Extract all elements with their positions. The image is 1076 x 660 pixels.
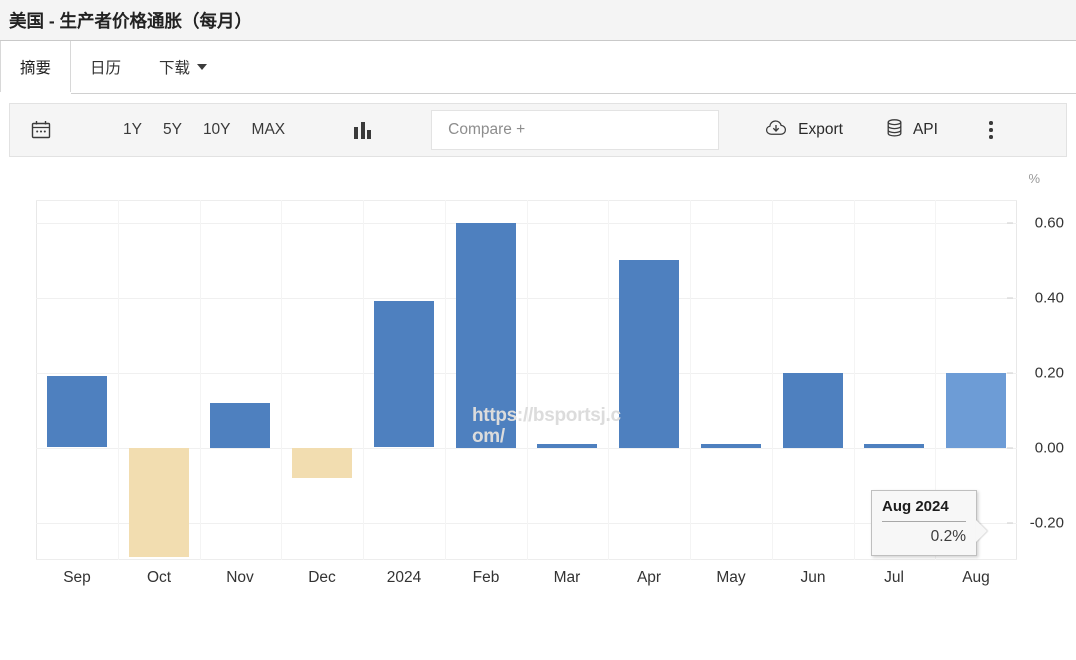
tooltip-arrow-icon [976, 520, 987, 542]
x-axis-labels: Sep Oct Nov Dec 2024 Feb Mar Apr May Jun Jul Aug [36, 569, 1017, 595]
plot-left-border [36, 200, 37, 560]
tooltip-title: Aug 2024 [882, 498, 966, 522]
y-axis-tick-label: -0.20 [1029, 514, 1064, 531]
chart-bar[interactable] [292, 448, 352, 478]
gridline-vertical [445, 200, 446, 560]
x-axis-tick-label: Sep [63, 569, 91, 586]
kebab-menu-icon[interactable] [978, 115, 1004, 145]
page-header: 美国 - 生产者价格通胀（每月） [0, 0, 1076, 41]
y-axis-tick [1007, 522, 1013, 523]
gridline-vertical [200, 200, 201, 560]
y-axis-tick-label: 0.60 [1034, 214, 1064, 231]
range-button-max[interactable]: MAX [243, 117, 295, 143]
y-axis-tick [1007, 222, 1013, 223]
y-axis-tick [1007, 372, 1013, 373]
x-axis-tick-label: Aug [962, 569, 990, 586]
gridline-vertical [608, 200, 609, 560]
chart-area: % 0.60 0.40 0.20 0.00 -0.20 Sep Oct Nov Dec 2024… [9, 157, 1067, 650]
api-button[interactable]: API [885, 117, 938, 144]
tooltip-value: 0.2% [930, 528, 966, 545]
chart-bar[interactable] [783, 373, 843, 448]
range-button-5y[interactable]: 5Y [154, 117, 191, 143]
y-axis-tick-label: 0.40 [1034, 289, 1064, 306]
x-axis-tick-label: 2024 [386, 569, 422, 586]
gridline-vertical [281, 200, 282, 560]
tab-summary-label: 摘要 [20, 60, 52, 77]
range-button-10y[interactable]: 10Y [194, 117, 240, 143]
export-label: Export [798, 121, 843, 138]
chart-bar[interactable] [701, 444, 761, 448]
tab-download[interactable]: 下载 [140, 41, 226, 93]
chart-toolbar: 1Y 5Y 10Y MAX Compare + Export API [9, 103, 1067, 157]
tab-calendar[interactable]: 日历 [71, 41, 140, 93]
calendar-icon[interactable] [24, 113, 58, 147]
x-axis-tick-label: Jun [800, 569, 826, 586]
y-axis-tick-label: 0.00 [1034, 439, 1064, 456]
y-axis-tick [1007, 447, 1013, 448]
y-axis-unit: % [1028, 171, 1040, 186]
cloud-download-icon [765, 117, 789, 144]
y-axis-tick-label: 0.20 [1034, 364, 1064, 381]
chart-bar[interactable] [946, 373, 1006, 448]
tab-calendar-label: 日历 [90, 60, 122, 77]
compare-input[interactable]: Compare + [431, 110, 720, 150]
api-label: API [912, 121, 938, 138]
gridline-vertical [772, 200, 773, 560]
database-icon [885, 117, 904, 144]
gridline-vertical [527, 200, 528, 560]
gridline-vertical [118, 200, 119, 560]
x-axis-tick-label: May [716, 569, 746, 586]
y-axis-labels: 0.60 0.40 0.20 0.00 -0.20 [1007, 200, 1067, 560]
gridline-vertical [690, 200, 691, 560]
x-axis-tick-label: Jul [884, 569, 904, 586]
chart-bar[interactable] [47, 376, 107, 447]
chart-bar[interactable] [129, 448, 189, 557]
tab-download-label: 下载 [159, 60, 191, 77]
chart-bar[interactable] [619, 260, 679, 448]
chart-tooltip: Aug 2024 0.2% [871, 490, 987, 556]
x-axis-tick-label: Nov [226, 569, 254, 586]
plot-area [36, 200, 1017, 560]
x-axis-tick-label: Dec [308, 569, 336, 586]
chart-bar[interactable] [210, 403, 270, 448]
tab-bar: 摘要 日历 下载 [0, 41, 1076, 94]
x-axis-tick-label: Feb [472, 569, 500, 586]
gridline-vertical [363, 200, 364, 560]
x-axis-tick-label: Apr [636, 569, 662, 586]
chart-footer: U.S. Bureau of Labor Statistics Value Ch… [9, 650, 1067, 660]
y-axis-tick [1007, 297, 1013, 298]
range-selector: 1Y 5Y 10Y MAX [114, 117, 294, 143]
x-axis-tick-label: Mar [553, 569, 581, 586]
chart-bar[interactable] [537, 444, 597, 448]
page-title: 美国 - 生产者价格通胀（每月） [9, 10, 253, 31]
bar-chart-icon[interactable] [354, 121, 372, 139]
tab-summary[interactable]: 摘要 [0, 41, 72, 94]
chart-bar[interactable] [374, 301, 434, 447]
gridline-vertical [854, 200, 855, 560]
chevron-down-icon [197, 64, 208, 70]
range-button-1y[interactable]: 1Y [114, 117, 151, 143]
chart-bar[interactable] [456, 223, 516, 448]
export-button[interactable]: Export [765, 117, 843, 144]
chart-bar[interactable] [864, 444, 924, 448]
x-axis-tick-label: Oct [146, 569, 172, 586]
